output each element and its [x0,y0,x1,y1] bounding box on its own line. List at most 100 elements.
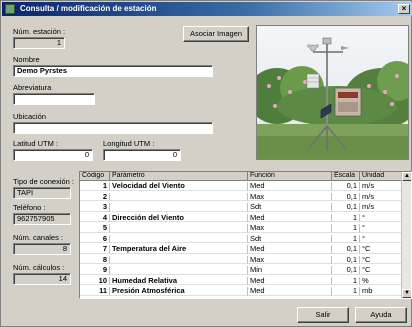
row-scale[interactable]: 0,1 [332,245,360,254]
row-unit[interactable]: m/s [360,182,402,191]
row-func[interactable]: Max [248,255,332,264]
row-unit[interactable]: % [360,276,402,285]
row-code[interactable]: 4 [80,213,110,222]
row-code[interactable]: 2 [80,192,110,201]
row-param[interactable] [110,266,248,275]
grid-scrollbar[interactable]: ▲ ▼ [401,172,411,298]
table-row[interactable]: 1 Velocidad del Viento Med 0,1 m/s [80,182,402,191]
row-code[interactable]: 1 [80,182,110,191]
scroll-down-icon[interactable]: ▼ [402,289,411,298]
row-code[interactable]: 10 [80,276,110,285]
row-param[interactable]: Presión Atmosférica [110,287,248,296]
longitud-field[interactable]: 0 [103,149,181,161]
ubicacion-field[interactable] [13,122,213,134]
tipo-conexion-label: Tipo de conexión : [13,177,75,186]
ubicacion-label: Ubicación [13,112,46,121]
header-unit[interactable]: Unidad [360,172,402,181]
table-row[interactable]: 5 Max 1 ° [80,224,402,233]
row-scale[interactable]: 1 [332,213,360,222]
scroll-up-icon[interactable]: ▲ [402,172,411,181]
num-calculos-field[interactable]: 14 [13,273,71,285]
row-unit[interactable]: °C [360,255,402,264]
asociar-imagen-button[interactable]: Asociar Imagen [183,26,249,42]
row-scale[interactable]: 1 [332,234,360,243]
num-canales-field[interactable]: 8 [13,243,71,255]
row-unit[interactable]: °C [360,266,402,275]
row-code[interactable]: 9 [80,266,110,275]
nombre-field[interactable]: Demo Pyrstes [13,65,213,77]
longitud-label: Longitud UTM : [103,139,155,148]
ayuda-button[interactable]: Ayuda [355,307,407,323]
row-code[interactable]: 6 [80,234,110,243]
row-unit[interactable]: m/s [360,203,402,212]
row-func[interactable]: Med [248,213,332,222]
row-param[interactable] [110,224,248,233]
salir-button[interactable]: Salir [297,307,349,323]
row-func[interactable]: Med [248,276,332,285]
header-func[interactable]: Función [248,172,332,181]
header-param[interactable]: Parámetro [110,172,248,181]
header-code[interactable]: Código [80,172,110,181]
row-scale[interactable]: 1 [332,224,360,233]
row-unit[interactable]: °C [360,245,402,254]
row-param[interactable] [110,234,248,243]
telefono-label: Teléfono : [13,203,46,212]
row-param[interactable] [110,192,248,201]
row-unit[interactable]: mb [360,287,402,296]
num-estacion-field[interactable]: 1 [13,37,65,49]
table-row[interactable]: 6 Sdt 1 ° [80,234,402,243]
abreviatura-field[interactable] [13,93,95,105]
row-scale[interactable]: 0,1 [332,203,360,212]
row-func[interactable]: Sdt [248,234,332,243]
row-param[interactable] [110,255,248,264]
row-func[interactable]: Min [248,266,332,275]
row-code[interactable]: 11 [80,287,110,296]
table-row[interactable]: 11 Presión Atmosférica Med 1 mb [80,287,402,296]
row-scale[interactable]: 0,1 [332,192,360,201]
row-code[interactable]: 8 [80,255,110,264]
num-estacion-label: Núm. estación : [13,27,66,36]
row-scale[interactable]: 0,1 [332,182,360,191]
row-code[interactable]: 3 [80,203,110,212]
num-canales-label: Núm. canales : [13,233,64,242]
row-code[interactable]: 7 [80,245,110,254]
row-scale[interactable]: 0,1 [332,266,360,275]
row-unit[interactable]: ° [360,224,402,233]
row-func[interactable]: Max [248,192,332,201]
table-row[interactable]: 3 Sdt 0,1 m/s [80,203,402,212]
row-unit[interactable]: ° [360,213,402,222]
telefono-field[interactable]: 962757905 [13,213,71,225]
nombre-label: Nombre [13,55,40,64]
row-param[interactable]: Dirección del Viento [110,213,248,222]
station-dialog: Consulta / modificación de estación × Nú… [0,0,412,327]
row-param[interactable]: Humedad Relativa [110,276,248,285]
tipo-conexion-field[interactable]: TAPI [13,187,71,199]
row-param[interactable]: Temperatura del Aire [110,245,248,254]
parameters-grid[interactable]: Código Parámetro Función Escala Unidad 1… [79,171,412,299]
row-func[interactable]: Med [248,182,332,191]
row-unit[interactable]: ° [360,234,402,243]
table-row[interactable]: 4 Dirección del Viento Med 1 ° [80,213,402,222]
row-func[interactable]: Med [248,245,332,254]
header-scale[interactable]: Escala [332,172,360,181]
row-func[interactable]: Max [248,224,332,233]
latitud-label: Latitud UTM : [13,139,59,148]
table-row[interactable]: 2 Max 0,1 m/s [80,192,402,201]
row-code[interactable]: 5 [80,224,110,233]
close-button[interactable]: × [398,4,410,14]
abreviatura-label: Abreviatura [13,83,52,92]
row-param[interactable] [110,203,248,212]
table-row[interactable]: 9 Min 0,1 °C [80,266,402,275]
table-row[interactable]: 10 Humedad Relativa Med 1% [80,276,402,285]
row-param[interactable]: Velocidad del Viento [110,182,248,191]
row-func[interactable]: Sdt [248,203,332,212]
row-scale[interactable]: 1 [332,287,360,296]
table-row[interactable]: 7 Temperatura del Aire Med 0,1 °C [80,245,402,254]
row-unit[interactable]: m/s [360,192,402,201]
row-scale[interactable]: 0,1 [332,255,360,264]
station-photo [256,25,409,160]
row-func[interactable]: Med [248,287,332,296]
row-scale[interactable]: 1 [332,276,360,285]
table-row[interactable]: 8 Max 0,1 °C [80,255,402,264]
latitud-field[interactable]: 0 [13,149,93,161]
